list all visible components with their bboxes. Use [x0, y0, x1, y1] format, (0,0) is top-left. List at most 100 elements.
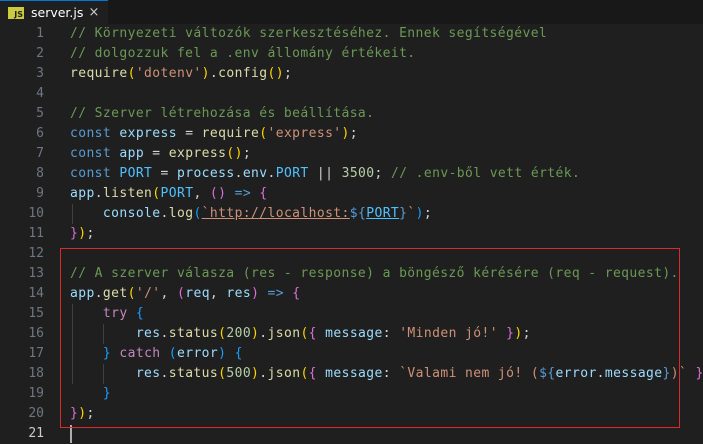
line-number: 6: [36, 126, 44, 141]
code-line: 15 try {: [0, 304, 703, 324]
keyword: catch: [119, 346, 161, 361]
code-line: 5 // Szerver létrehozása és beállítása.: [0, 104, 703, 124]
property-key: message: [325, 326, 383, 341]
identifier: app: [119, 146, 145, 161]
identifier: PORT: [119, 166, 153, 181]
comment: // Környezeti változók szerkesztéséhez. …: [70, 26, 548, 41]
code-line: 20 });: [0, 404, 703, 424]
identifier: error: [555, 366, 597, 381]
identifier: process: [176, 166, 235, 181]
tab-label: server.js: [31, 5, 84, 20]
number-literal: 200: [226, 326, 252, 341]
string-literal: 'Minden jó!': [399, 326, 498, 341]
string-literal: `Valami nem jó! (: [399, 366, 540, 381]
function-name: status: [168, 366, 219, 381]
keyword: const: [70, 166, 112, 181]
line-number: 9: [36, 186, 44, 201]
code-line: 19 }: [0, 384, 703, 404]
code-line: 7 const app = express();: [0, 144, 703, 164]
url-link[interactable]: `http://localhost:: [202, 206, 350, 221]
keyword: const: [70, 146, 112, 161]
comment: // Szerver létrehozása és beállítása.: [70, 106, 375, 121]
text-cursor: [70, 425, 72, 443]
code-line: 12: [0, 244, 703, 264]
number-literal: 500: [226, 366, 252, 381]
operator: ||: [316, 166, 334, 181]
arrow-operator: =>: [234, 186, 252, 201]
identifier: PORT: [275, 166, 309, 181]
keyword: const: [70, 126, 112, 141]
function-name: listen: [102, 186, 153, 201]
function-name: express: [168, 146, 227, 161]
identifier: PORT: [366, 206, 400, 221]
number-literal: 3500: [341, 166, 375, 181]
identifier: env: [242, 166, 268, 181]
comment: // A szerver válasza (res - response) a …: [70, 266, 679, 281]
keyword: try: [102, 306, 128, 321]
function-name: require: [201, 126, 260, 141]
code-line: 13 // A szerver válasza (res - response)…: [0, 264, 703, 284]
line-number: 19: [28, 386, 44, 401]
code-line: 1 // Környezeti változók szerkesztéséhez…: [0, 24, 703, 44]
line-number: 16: [28, 326, 44, 341]
line-number: 5: [36, 106, 44, 121]
code-line: 4: [0, 84, 703, 104]
identifier: app: [70, 186, 95, 201]
line-number: 10: [28, 206, 44, 221]
code-line: 9 app.listen(PORT, () => {: [0, 184, 703, 204]
code-line: 14 app.get('/', (req, res) => {: [0, 284, 703, 304]
comment: // .env-ből vett érték.: [390, 166, 581, 181]
line-number: 4: [36, 86, 44, 101]
line-number: 2: [36, 46, 44, 61]
line-number: 11: [28, 226, 44, 241]
function-name: require: [70, 66, 128, 81]
code-editor[interactable]: 1 // Környezeti változók szerkesztéséhez…: [0, 24, 703, 443]
identifier: res: [135, 366, 161, 381]
function-name: json: [267, 326, 301, 341]
function-name: log: [168, 206, 194, 221]
code-line: 3 require('dotenv').config();: [0, 64, 703, 84]
code-line: 8 const PORT = process.env.PORT || 3500;…: [0, 164, 703, 184]
string-literal: 'dotenv': [135, 66, 202, 81]
tab-server-js[interactable]: JS server.js ×: [0, 0, 108, 24]
identifier: app: [70, 286, 95, 301]
code-line-active: 21: [0, 424, 703, 444]
line-number: 21: [28, 426, 44, 441]
line-number: 15: [28, 306, 44, 321]
line-number: 13: [28, 266, 44, 281]
line-number: 1: [36, 26, 44, 41]
parameter: error: [177, 346, 219, 361]
arrow-operator: =>: [267, 286, 285, 301]
code-line: 18 res.status(500).json({ message: `Vala…: [0, 364, 703, 384]
function-name: get: [102, 286, 128, 301]
code-line: 10 console.log(`http://localhost:${PORT}…: [0, 204, 703, 224]
identifier: message: [604, 366, 663, 381]
line-number: 12: [28, 246, 44, 261]
tab-bar: JS server.js ×: [0, 0, 703, 24]
identifier: express: [119, 126, 177, 141]
function-name: json: [267, 366, 301, 381]
code-line: 11 });: [0, 224, 703, 244]
javascript-file-icon: JS: [8, 6, 24, 19]
string-literal: 'express': [267, 126, 342, 141]
line-number: 7: [36, 146, 44, 161]
function-name: config: [218, 66, 268, 81]
identifier: PORT: [160, 186, 194, 201]
parameter: req: [185, 286, 210, 301]
line-number: 17: [28, 346, 44, 361]
code-line: 6 const express = require('express');: [0, 124, 703, 144]
comment: // dolgozzuk fel a .env állomány értékei…: [70, 46, 416, 61]
parameter: res: [226, 286, 252, 301]
function-name: status: [168, 326, 219, 341]
line-number: 18: [28, 366, 44, 381]
identifier: console: [102, 206, 161, 221]
line-number: 14: [28, 286, 44, 301]
string-literal: '/': [135, 286, 161, 301]
line-number: 20: [28, 406, 44, 421]
line-number: 8: [36, 166, 44, 181]
close-icon[interactable]: ×: [86, 4, 102, 20]
code-line: 2 // dolgozzuk fel a .env állomány érték…: [0, 44, 703, 64]
identifier: res: [135, 326, 161, 341]
line-number: 3: [36, 66, 44, 81]
property-key: message: [325, 366, 383, 381]
